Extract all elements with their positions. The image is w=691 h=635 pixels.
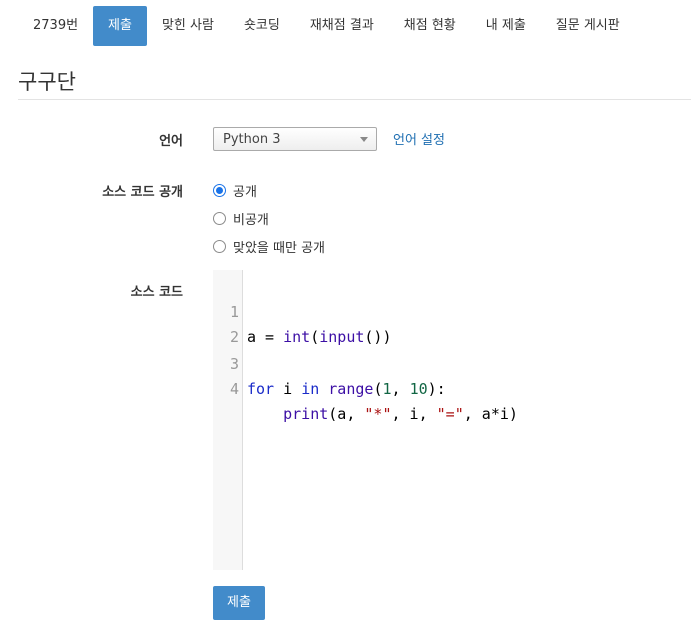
dropdown-arrow-icon	[360, 137, 368, 142]
nav-rejudge-results[interactable]: 재채점 결과	[295, 6, 389, 46]
page-title: 구구단	[18, 70, 76, 94]
language-settings-link[interactable]: 언어 설정	[393, 129, 445, 148]
code-line: 4 print(a, "*", i, "=", a*i)	[213, 352, 691, 423]
language-label: 언어	[159, 134, 183, 149]
title-divider	[18, 99, 691, 100]
nav-judge-status[interactable]: 채점 현황	[389, 6, 471, 46]
problem-nav: 2739번 제출 맞힌 사람 숏코딩 재채점 결과 채점 현황 내 제출 질문 …	[18, 6, 635, 46]
submit-button[interactable]: 제출	[213, 586, 265, 620]
line-number: 4	[229, 380, 239, 398]
radio-label-public-if-accepted: 맞았을 때만 공개	[233, 241, 325, 256]
code-line: 1 a = int(input())	[213, 275, 691, 346]
visibility-option-public-if-accepted[interactable]: 맞았을 때만 공개	[213, 237, 325, 256]
radio-public-if-accepted[interactable]	[213, 240, 226, 253]
nav-problem-number[interactable]: 2739번	[18, 6, 93, 46]
source-code-label: 소스 코드	[130, 285, 183, 300]
radio-label-public: 공개	[233, 185, 257, 200]
visibility-option-private[interactable]: 비공개	[213, 209, 269, 228]
radio-public[interactable]	[213, 184, 226, 197]
code-editor[interactable]: 1 a = int(input()) 2 3 for i in range(1,…	[213, 270, 691, 570]
code-text: print(a, "*", i, "=", a*i)	[283, 405, 518, 423]
language-selected-value: Python 3	[223, 132, 281, 147]
code-text: for i in range(1, 10):	[247, 380, 446, 398]
radio-label-private: 비공개	[233, 213, 269, 228]
nav-qna-board[interactable]: 질문 게시판	[541, 6, 635, 46]
visibility-option-public[interactable]: 공개	[213, 181, 257, 200]
nav-solved-users[interactable]: 맞힌 사람	[147, 6, 229, 46]
visibility-label: 소스 코드 공개	[102, 185, 183, 200]
nav-short-coding[interactable]: 숏코딩	[229, 6, 295, 46]
code-line: 3 for i in range(1, 10):	[213, 327, 691, 398]
nav-submit[interactable]: 제출	[93, 6, 147, 46]
nav-my-submissions[interactable]: 내 제출	[471, 6, 541, 46]
code-line: 2	[213, 300, 691, 346]
radio-private[interactable]	[213, 212, 226, 225]
language-select[interactable]: Python 3	[213, 127, 377, 151]
